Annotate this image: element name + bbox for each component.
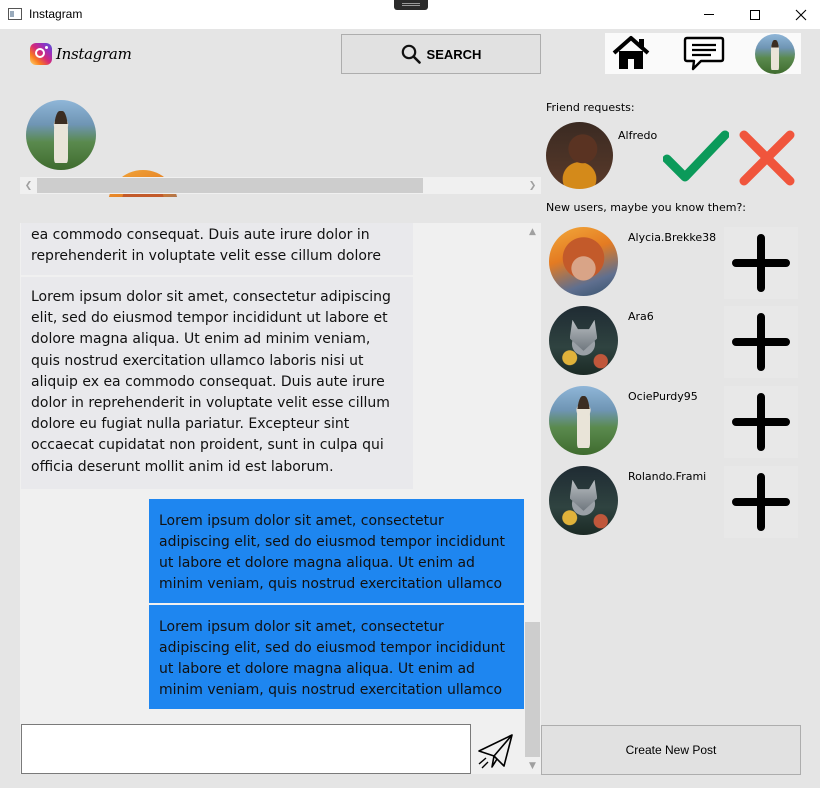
friend-requests-label: Friend requests: [546, 101, 635, 114]
add-friend-button[interactable] [724, 227, 798, 299]
logo: Instagram [30, 43, 132, 65]
plus-icon [732, 313, 790, 371]
window-title: Instagram [29, 7, 83, 21]
chat-scrollbar[interactable]: ▲ ▼ [524, 223, 541, 774]
maximize-button[interactable] [732, 0, 778, 29]
scrollbar-thumb[interactable] [37, 178, 423, 193]
scroll-left-arrow-icon[interactable]: ❮ [20, 177, 37, 194]
add-friend-button[interactable] [724, 306, 798, 378]
suggestion-avatar[interactable] [549, 227, 618, 296]
decline-x-icon[interactable] [738, 129, 796, 187]
suggestion-avatar[interactable] [549, 306, 618, 375]
incoming-message: Lorem ipsum dolor sit amet, consectetur … [21, 277, 413, 489]
send-icon[interactable] [477, 732, 515, 770]
suggestion-username: OciePurdy95 [628, 390, 698, 403]
suggestion-username: Ara6 [628, 310, 654, 323]
incoming-message: ea commodo consequat. Duis aute irure do… [21, 223, 413, 275]
suggestion-row: OciePurdy95 [546, 386, 798, 462]
suggestions-label: New users, maybe you know them?: [546, 201, 747, 214]
outgoing-message: Lorem ipsum dolor sit amet, consectetur … [149, 499, 524, 603]
plus-icon [732, 393, 790, 451]
add-friend-button[interactable] [724, 386, 798, 458]
close-button[interactable] [778, 0, 820, 29]
app-icon [8, 8, 22, 20]
stories-scrollbar[interactable]: ❮ ❯ [20, 177, 541, 194]
search-button[interactable]: SEARCH [341, 34, 541, 74]
suggestion-row: Ara6 [546, 306, 798, 382]
add-friend-button[interactable] [724, 466, 798, 538]
story-avatar[interactable] [26, 100, 96, 170]
suggestion-row: Alycia.Brekke38 [546, 227, 798, 303]
suggestion-avatar[interactable] [549, 466, 618, 535]
search-label: SEARCH [426, 46, 482, 62]
scroll-right-arrow-icon[interactable]: ❯ [524, 177, 541, 194]
profile-avatar[interactable] [755, 34, 795, 74]
friend-request-name: Alfredo [618, 129, 658, 142]
plus-icon [732, 234, 790, 292]
friend-request-avatar[interactable] [546, 122, 613, 189]
chat-icon[interactable] [683, 35, 725, 71]
minimize-icon [704, 14, 714, 15]
logo-wordmark: Instagram [56, 45, 132, 63]
main-window: Instagram SEARCH ❮ ❯ ea commodo consequa… [0, 29, 820, 788]
chat-panel: ea commodo consequat. Duis aute irure do… [20, 223, 541, 774]
suggestion-row: Rolando.Frami [546, 466, 798, 542]
title-bar: Instagram [0, 0, 820, 29]
scroll-up-arrow-icon[interactable]: ▲ [524, 223, 541, 240]
message-input[interactable] [21, 724, 471, 774]
minimize-button[interactable] [686, 0, 732, 29]
suggestion-avatar[interactable] [549, 386, 618, 455]
scroll-down-arrow-icon[interactable]: ▼ [524, 757, 541, 774]
top-nav [605, 33, 801, 74]
maximize-icon [750, 9, 760, 20]
drag-handle[interactable] [394, 0, 428, 10]
suggestion-username: Alycia.Brekke38 [628, 231, 717, 244]
home-icon[interactable] [611, 35, 651, 71]
suggestion-username: Rolando.Frami [628, 470, 707, 483]
outgoing-message: Lorem ipsum dolor sit amet, consectetur … [149, 605, 524, 709]
plus-icon [732, 473, 790, 531]
accept-check-icon[interactable] [663, 129, 729, 185]
create-post-button[interactable]: Create New Post [541, 725, 801, 775]
instagram-logo-icon [30, 43, 52, 65]
search-icon [401, 44, 421, 64]
scrollbar-thumb[interactable] [525, 622, 540, 757]
close-icon [795, 9, 807, 20]
